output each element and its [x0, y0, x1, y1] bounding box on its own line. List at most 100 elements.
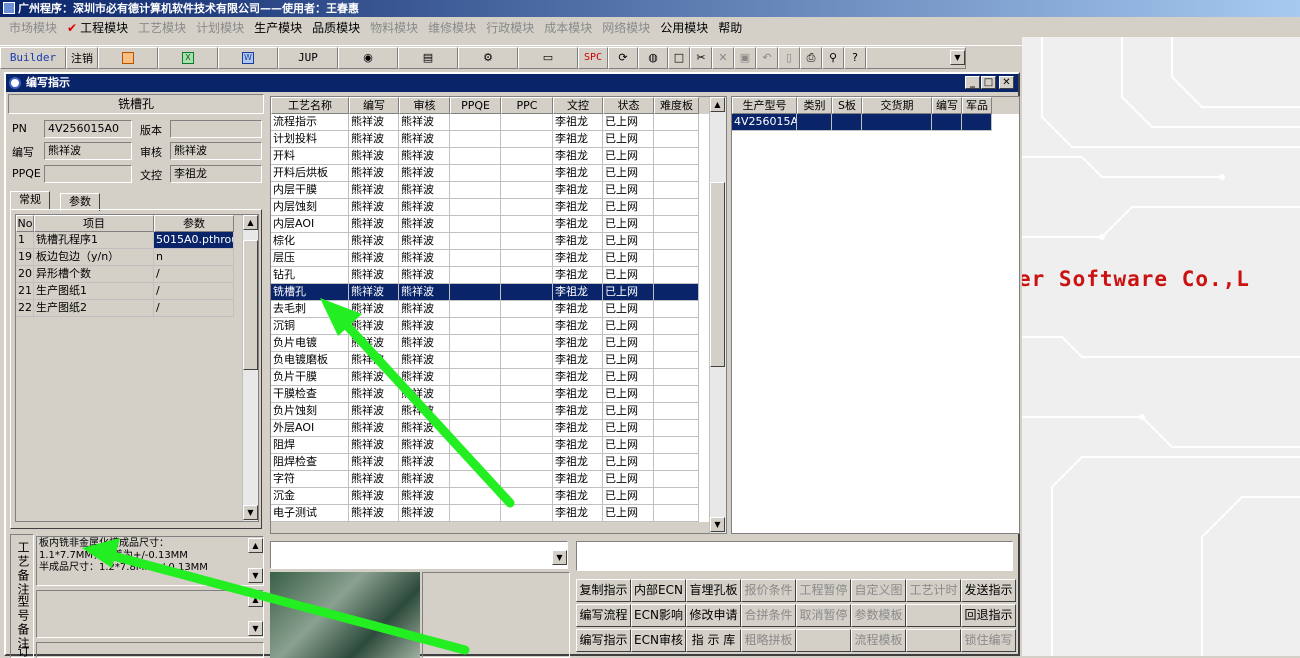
model-col-header[interactable]: 交货期 [862, 97, 932, 114]
toolbar-combo[interactable]: ▼ [866, 46, 966, 69]
logout-button[interactable]: 注销 [66, 46, 98, 69]
table-row[interactable]: 棕化 熊祥波 熊祥波 李祖龙 已上网 [271, 233, 726, 250]
action-button[interactable]: 编写指示 [576, 629, 631, 652]
word-icon[interactable]: W [218, 46, 278, 69]
table-row[interactable]: 钻孔 熊祥波 熊祥波 李祖龙 已上网 [271, 267, 726, 284]
table-row[interactable]: 铣槽孔 熊祥波 熊祥波 李祖龙 已上网 [271, 284, 726, 301]
action-button[interactable]: 参数模板 [851, 604, 906, 627]
action-button[interactable]: 合拼条件 [741, 604, 796, 627]
tab-general[interactable]: 常规 [10, 191, 50, 209]
table-row[interactable]: 流程指示 熊祥波 熊祥波 李祖龙 已上网 [271, 114, 726, 131]
action-button[interactable] [796, 629, 851, 652]
table-row[interactable]: 阻焊 熊祥波 熊祥波 李祖龙 已上网 [271, 437, 726, 454]
menu-item-7[interactable]: 维修模块 [423, 19, 481, 36]
process-col-header[interactable]: 文控 [553, 97, 603, 114]
process-remark-text[interactable]: 板内铣非金属化槽成品尺寸： 1.1*7.7MM，公差为+/-0.13MM 半成品… [36, 536, 264, 586]
reviewer-field[interactable]: 熊祥波 [170, 142, 262, 160]
table-row[interactable]: 19 板边包边（y/n） n [16, 249, 258, 266]
menu-item-11[interactable]: 公用模块 [655, 19, 713, 36]
table-row[interactable]: 21 生产图纸1/ [16, 283, 258, 300]
action-button[interactable]: ECN影响 [631, 604, 686, 627]
process-col-header[interactable]: PPQE [450, 97, 501, 114]
menu-item-0[interactable]: 市场模块 [4, 19, 62, 36]
model-col-header[interactable]: S板 [832, 97, 862, 114]
action-button[interactable]: 取消暂停 [796, 604, 851, 627]
action-button[interactable]: 工艺计时 [906, 579, 961, 602]
action-button[interactable]: 流程模板 [851, 629, 906, 652]
action-button[interactable]: 锁住编写 [961, 629, 1016, 652]
table-row[interactable]: 干膜检查 熊祥波 熊祥波 李祖龙 已上网 [271, 386, 726, 403]
table-row[interactable]: 沉金 熊祥波 熊祥波 李祖龙 已上网 [271, 488, 726, 505]
writer-field[interactable]: 熊祥波 [44, 142, 132, 160]
database-icon[interactable]: ▤ [398, 46, 458, 69]
action-button[interactable]: 粗略拼板 [741, 629, 796, 652]
model-remark-text[interactable] [36, 590, 264, 638]
menu-item-3[interactable]: 计划模块 [191, 19, 249, 36]
minimize-button[interactable]: _ [965, 76, 980, 89]
model-col-header[interactable]: 生产型号 [732, 97, 797, 114]
bottom-text-field[interactable] [576, 541, 1013, 571]
remark-scroll-up-icon[interactable]: ▲ [248, 538, 263, 553]
help-icon[interactable]: ? [844, 46, 866, 69]
model-col-header[interactable]: 类别 [797, 97, 832, 114]
jup-button[interactable]: JUP [278, 46, 338, 69]
process-scroll-down-icon[interactable]: ▼ [710, 517, 725, 532]
action-button[interactable]: 回退指示 [961, 604, 1016, 627]
table-row[interactable]: 阻焊检查 熊祥波 熊祥波 李祖龙 已上网 [271, 454, 726, 471]
excel-icon[interactable]: X [158, 46, 218, 69]
action-button[interactable]: 发送指示 [961, 579, 1016, 602]
pn-field[interactable]: 4V256015A0 [44, 120, 132, 138]
preview-icon[interactable]: ▯ [778, 46, 800, 69]
action-button[interactable]: 修改申请 [686, 604, 741, 627]
table-row[interactable]: 20 异形槽个数 / [16, 266, 258, 283]
bottom-combo[interactable] [270, 541, 568, 569]
table-row[interactable]: 内层AOI 熊祥波 熊祥波 李祖龙 已上网 [271, 216, 726, 233]
find-icon[interactable]: ⚲ [822, 46, 844, 69]
doc-control-field[interactable]: 李祖龙 [170, 165, 262, 183]
action-button[interactable]: ECN审核 [631, 629, 686, 652]
params-scrollbar[interactable]: ▲ ▼ [242, 215, 258, 521]
process-col-header[interactable]: 状态 [603, 97, 654, 114]
action-button[interactable]: 自定义图 [851, 579, 906, 602]
model-col-header[interactable]: 编写 [932, 97, 962, 114]
model-scroll-down-icon[interactable]: ▼ [248, 621, 263, 636]
table-row[interactable]: 负片干膜 熊祥波 熊祥波 李祖龙 已上网 [271, 369, 726, 386]
print-icon[interactable]: ⎙ [800, 46, 822, 69]
action-button[interactable]: 盲埋孔板 [686, 579, 741, 602]
table-row[interactable]: 负片蚀刻 熊祥波 熊祥波 李祖龙 已上网 [271, 403, 726, 420]
table-row[interactable]: 1 铣槽孔程序1 5015A0.pthrou [16, 232, 258, 249]
table-row[interactable]: 外层AOI 熊祥波 熊祥波 李祖龙 已上网 [271, 420, 726, 437]
menu-item-1[interactable]: ✔ 工程模块 [62, 19, 133, 36]
action-button[interactable]: 工程暂停 [796, 579, 851, 602]
maximize-button[interactable]: □ [981, 76, 996, 89]
delete-icon[interactable]: ✕ [712, 46, 734, 69]
action-button[interactable] [906, 629, 961, 652]
table-row[interactable]: 电子测试 熊祥波 熊祥波 李祖龙 已上网 [271, 505, 726, 522]
menu-item-5[interactable]: 品质模块 [307, 19, 365, 36]
combo-chevron-down-icon[interactable]: ▼ [552, 550, 567, 565]
menu-item-2[interactable]: 工艺模块 [133, 19, 191, 36]
process-col-header[interactable]: 工艺名称 [271, 97, 349, 114]
process-scroll-thumb[interactable] [710, 182, 725, 367]
menu-item-10[interactable]: 网络模块 [597, 19, 655, 36]
network-icon[interactable]: ⚙ [458, 46, 518, 69]
action-button[interactable]: 复制指示 [576, 579, 631, 602]
table-row[interactable]: 计划投料 熊祥波 熊祥波 李祖龙 已上网 [271, 131, 726, 148]
table-row[interactable]: 内层蚀刻 熊祥波 熊祥波 李祖龙 已上网 [271, 199, 726, 216]
computer-icon[interactable]: ▭ [518, 46, 578, 69]
table-row[interactable]: 开料后烘板 熊祥波 熊祥波 李祖龙 已上网 [271, 165, 726, 182]
menu-item-12[interactable]: 帮助 [713, 19, 747, 36]
eye-icon[interactable]: ◉ [338, 46, 398, 69]
table-row[interactable]: 4V256015A0 [732, 114, 1019, 131]
remark-scroll-down-icon[interactable]: ▼ [248, 568, 263, 583]
table-row[interactable]: 负片电镀 熊祥波 熊祥波 李祖龙 已上网 [271, 335, 726, 352]
ppt-icon[interactable] [98, 46, 158, 69]
spc-button[interactable]: SPC [578, 46, 608, 69]
action-button[interactable]: 报价条件 [741, 579, 796, 602]
undo-icon[interactable]: ↶ [756, 46, 778, 69]
process-col-header[interactable]: 难度板 [654, 97, 699, 114]
table-row[interactable]: 负电镀磨板 熊祥波 熊祥波 李祖龙 已上网 [271, 352, 726, 369]
table-row[interactable]: 字符 熊祥波 熊祥波 李祖龙 已上网 [271, 471, 726, 488]
action-button[interactable]: 编写流程 [576, 604, 631, 627]
scroll-down-icon[interactable]: ▼ [243, 505, 258, 520]
